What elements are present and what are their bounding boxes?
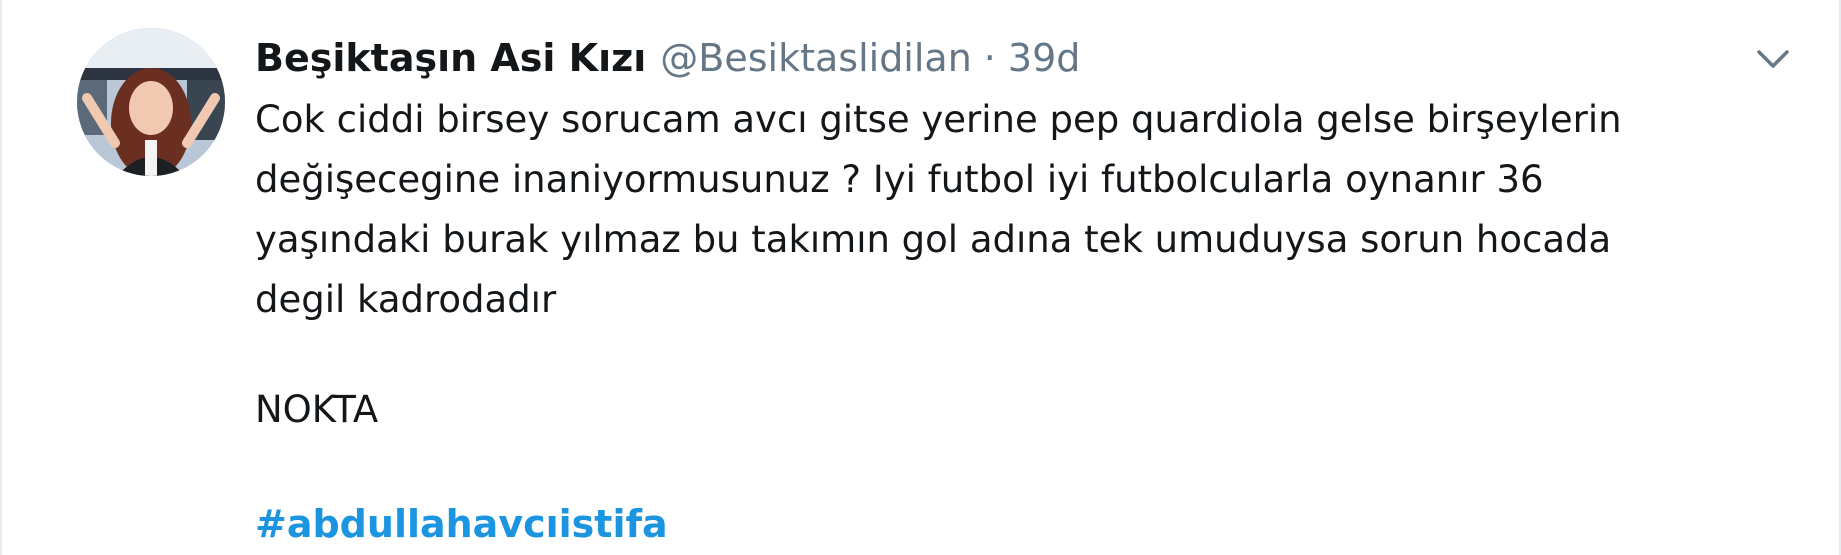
chevron-down-icon xyxy=(1757,50,1789,68)
display-name[interactable]: Beşiktaşın Asi Kızı xyxy=(255,36,646,80)
tweet-closing-text: NOKTA xyxy=(255,388,379,431)
avatar[interactable] xyxy=(77,28,225,176)
hashtag-link[interactable]: #abdullahavcıistifa xyxy=(255,494,668,554)
tweet-card[interactable]: Beşiktaşın Asi Kızı @Besiktaslidilan · 3… xyxy=(0,0,1841,555)
tweet-menu-button[interactable] xyxy=(1753,44,1793,74)
tweet-text: Cok ciddi birsey sorucam avcı gitse yeri… xyxy=(255,98,1622,321)
tweet-timestamp[interactable]: 39d xyxy=(1008,36,1080,80)
profile-photo xyxy=(77,28,225,176)
tweet-header: Beşiktaşın Asi Kızı @Besiktaslidilan · 3… xyxy=(255,28,1080,88)
separator-dot: · xyxy=(983,36,996,80)
user-handle[interactable]: @Besiktaslidilan xyxy=(660,36,972,80)
